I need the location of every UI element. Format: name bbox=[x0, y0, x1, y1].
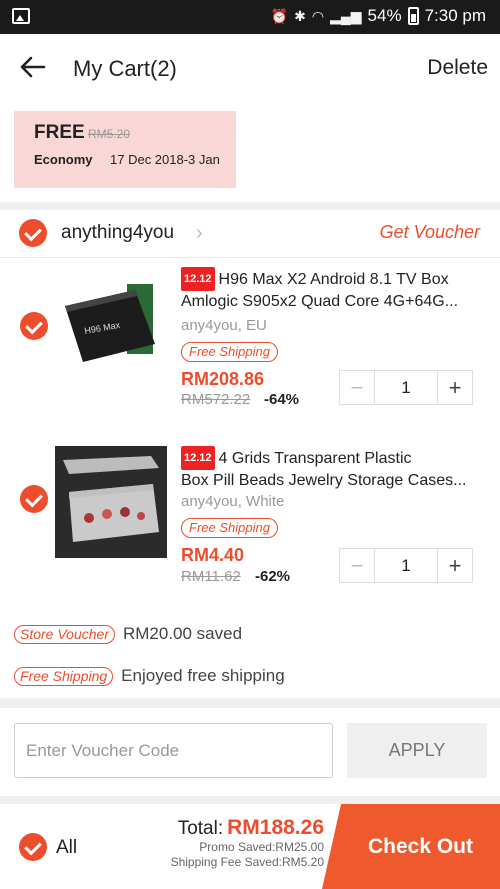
free-shipping-text: Enjoyed free shipping bbox=[121, 666, 285, 685]
shipping-fee-saved: Shipping Fee Saved:RM5.20 bbox=[170, 855, 324, 869]
back-arrow-icon[interactable] bbox=[18, 52, 48, 82]
signal-icon: ▂▄▆ bbox=[330, 7, 362, 24]
app-header: My Cart(2) Delete bbox=[0, 34, 500, 102]
battery-percent: 54% bbox=[367, 6, 402, 25]
item-checkbox[interactable] bbox=[20, 485, 48, 513]
quantity-stepper: − 1 + bbox=[339, 548, 473, 583]
promo-saved: Promo Saved:RM25.00 bbox=[199, 840, 324, 854]
shipping-original-fee: RM5.20 bbox=[88, 127, 131, 141]
promo-tag: 12.12 bbox=[181, 267, 215, 291]
select-all-label[interactable]: All bbox=[56, 837, 77, 859]
increase-quantity-button[interactable]: + bbox=[438, 549, 472, 582]
product-image[interactable] bbox=[55, 446, 167, 558]
total-row: Total: RM188.26 bbox=[171, 816, 324, 840]
shipping-section: FREE RM5.20 Economy 17 Dec 2018-3 Jan bbox=[0, 102, 500, 202]
apply-voucher-button[interactable]: APPLY bbox=[347, 723, 487, 778]
status-icons: ⏰ ✱ ◠ ▂▄▆ 54% 7:30 pm bbox=[271, 6, 486, 26]
get-voucher-link[interactable]: Get Voucher bbox=[380, 222, 480, 243]
total-label: Total: bbox=[177, 818, 224, 839]
promo-tag: 12.12 bbox=[181, 446, 215, 470]
free-shipping-row: Free Shipping Enjoyed free shipping bbox=[14, 666, 285, 686]
store-voucher-row[interactable]: Store Voucher RM20.00 saved bbox=[14, 624, 242, 644]
increase-quantity-button[interactable]: + bbox=[438, 371, 472, 404]
clock: 7:30 pm bbox=[424, 6, 486, 25]
shop-section: anything4you › Get Voucher H96 Max 12.12… bbox=[0, 210, 500, 698]
select-all-checkbox[interactable] bbox=[19, 833, 47, 861]
bluetooth-icon: ✱ bbox=[294, 7, 306, 24]
battery-icon bbox=[407, 7, 419, 25]
delete-button[interactable]: Delete bbox=[427, 56, 488, 80]
shipping-dates: 17 Dec 2018-3 Jan bbox=[110, 152, 220, 167]
shipping-method: Economy bbox=[34, 152, 93, 167]
alarm-icon: ⏰ bbox=[270, 7, 289, 24]
shipping-price: FREE bbox=[34, 122, 85, 143]
cart-item: H96 Max 12.12 H96 Max X2 Android 8.1 TV B… bbox=[0, 260, 500, 428]
product-image[interactable]: H96 Max bbox=[55, 270, 167, 382]
item-title-line1: 4 Grids Transparent Plastic bbox=[218, 450, 412, 467]
item-discount: -64% bbox=[264, 391, 300, 408]
shop-checkbox[interactable] bbox=[19, 219, 47, 247]
item-title[interactable]: 12.12 H96 Max X2 Android 8.1 TV Box Amlog… bbox=[181, 267, 486, 313]
quantity-stepper: − 1 + bbox=[339, 370, 473, 405]
voucher-code-input[interactable] bbox=[14, 723, 333, 778]
decrease-quantity-button[interactable]: − bbox=[340, 371, 374, 404]
item-title-line2: Amlogic S905x2 Quad Core 4G+64G... bbox=[181, 293, 459, 310]
item-price: RM4.40 bbox=[181, 545, 245, 565]
decrease-quantity-button[interactable]: − bbox=[340, 549, 374, 582]
cart-item: 12.12 4 Grids Transparent Plastic Box Pil… bbox=[0, 438, 500, 606]
chevron-right-icon[interactable]: › bbox=[196, 222, 203, 245]
shop-header: anything4you › Get Voucher bbox=[0, 210, 500, 258]
item-title-line2: Box Pill Beads Jewelry Storage Cases... bbox=[181, 472, 467, 489]
shipping-option-card[interactable]: FREE RM5.20 Economy 17 Dec 2018-3 Jan bbox=[14, 111, 236, 188]
total-amount: RM188.26 bbox=[227, 816, 324, 839]
item-price: RM208.86 bbox=[181, 369, 265, 389]
item-discount: -62% bbox=[255, 568, 291, 585]
item-title-line1: H96 Max X2 Android 8.1 TV Box bbox=[218, 271, 449, 288]
checkout-button[interactable]: Check Out bbox=[322, 804, 500, 889]
store-voucher-tag: Store Voucher bbox=[14, 624, 115, 644]
shop-name[interactable]: anything4you bbox=[61, 222, 174, 244]
free-shipping-pill: Free Shipping bbox=[181, 518, 278, 538]
store-voucher-text: RM20.00 saved bbox=[122, 624, 243, 643]
checkout-bar: All Total: RM188.26 Promo Saved:RM25.00 S… bbox=[0, 804, 500, 889]
order-totals: Total: RM188.26 Promo Saved:RM25.00 Shipp… bbox=[171, 816, 324, 870]
wifi-icon: ◠ bbox=[311, 7, 325, 24]
voucher-section: APPLY bbox=[0, 708, 500, 796]
item-variant[interactable]: any4you, White bbox=[181, 493, 284, 510]
free-shipping-tag: Free Shipping bbox=[14, 666, 114, 686]
quantity-value[interactable]: 1 bbox=[374, 371, 438, 404]
item-checkbox[interactable] bbox=[20, 312, 48, 340]
item-original-price: RM11.62 bbox=[181, 568, 241, 585]
item-title[interactable]: 12.12 4 Grids Transparent Plastic Box Pil… bbox=[181, 446, 486, 492]
status-bar: ⏰ ✱ ◠ ▂▄▆ 54% 7:30 pm bbox=[0, 0, 500, 34]
page-title: My Cart(2) bbox=[73, 56, 177, 81]
free-shipping-pill: Free Shipping bbox=[181, 342, 278, 362]
quantity-value[interactable]: 1 bbox=[374, 549, 438, 582]
item-original-price: RM572.22 bbox=[181, 391, 251, 408]
gallery-icon bbox=[12, 8, 30, 24]
item-variant[interactable]: any4you, EU bbox=[181, 317, 267, 334]
